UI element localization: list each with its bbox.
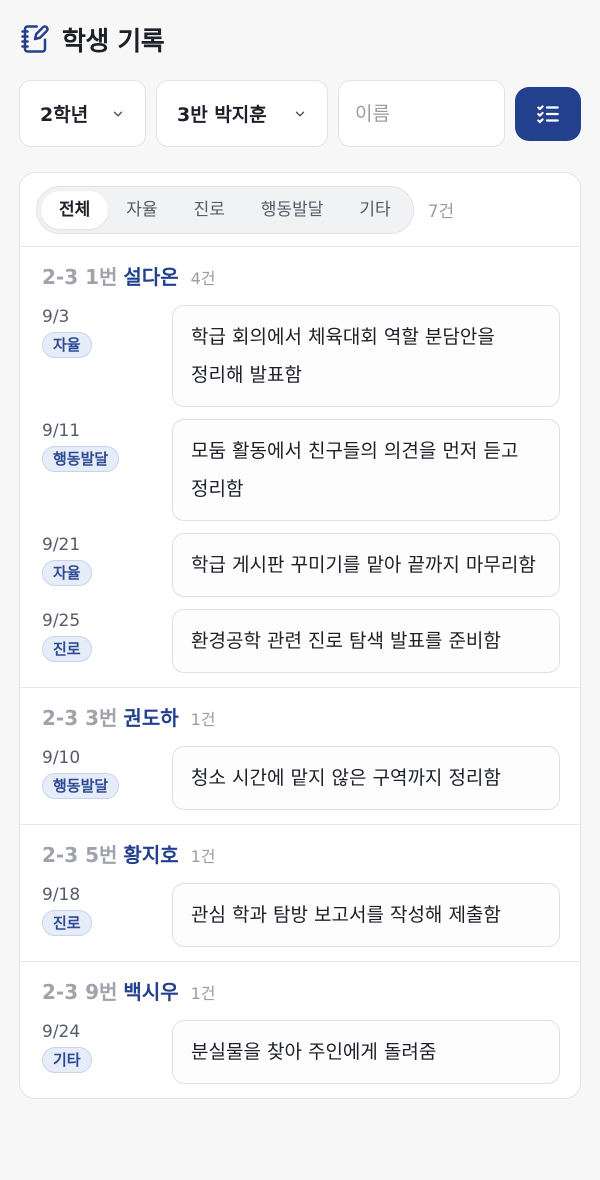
record-row: 9/10 행동발달 청소 시간에 맡지 않은 구역까지 정리함: [42, 746, 560, 810]
category-badge: 진로: [42, 636, 92, 662]
checklist-icon: [537, 104, 559, 123]
student-group-header: 2-3 5번 황지호 1건: [42, 839, 560, 871]
student-name[interactable]: 백시우: [123, 976, 178, 1005]
student-group: 2-3 9번 백시우 1건 9/24 기타 분실물을 찾아 주인에게 돌려줌: [20, 962, 580, 1098]
records-panel: 전체 자율 진로 행동발달 기타 7건 2-3 1번 설다온 4건 9/3 자율…: [19, 172, 581, 1099]
category-badge: 진로: [42, 910, 92, 936]
record-count: 1건: [190, 984, 216, 1003]
chevron-down-icon: [113, 111, 123, 116]
record-date: 9/21: [42, 535, 81, 555]
record-text[interactable]: 모둠 활동에서 친구들의 의견을 먼저 듣고 정리함: [172, 419, 560, 521]
chevron-down-icon: [295, 111, 305, 116]
grade-select[interactable]: 2학년: [19, 80, 146, 147]
category-badge: 행동발달: [42, 773, 120, 799]
record-date: 9/11: [42, 421, 81, 441]
category-badge: 자율: [42, 332, 92, 358]
record-text[interactable]: 학급 회의에서 체육대회 역할 분담안을 정리해 발표함: [172, 305, 560, 407]
record-count: 4건: [190, 269, 216, 288]
page-title: 학생 기록: [62, 26, 165, 57]
student-select-value: 3반 박지훈: [177, 104, 267, 126]
record-row: 9/18 진로 관심 학과 탐방 보고서를 작성해 제출함: [42, 883, 560, 947]
student-number: 2-3 9번: [42, 980, 118, 1004]
record-date: 9/10: [42, 748, 81, 768]
student-group: 2-3 1번 설다온 4건 9/3 자율 학급 회의에서 체육대회 역할 분담안…: [20, 247, 580, 688]
tab-autonomy[interactable]: 자율: [108, 191, 175, 229]
student-name[interactable]: 권도하: [123, 702, 178, 731]
category-badge: 행동발달: [42, 446, 120, 472]
student-group: 2-3 3번 권도하 1건 9/10 행동발달 청소 시간에 맡지 않은 구역까…: [20, 688, 580, 825]
tab-bar: 전체 자율 진로 행동발달 기타 7건: [20, 173, 580, 247]
student-group-header: 2-3 1번 설다온 4건: [42, 261, 560, 293]
student-name[interactable]: 설다온: [123, 261, 178, 290]
record-count: 1건: [190, 710, 216, 729]
student-number: 2-3 3번: [42, 706, 118, 730]
record-date: 9/3: [42, 307, 70, 327]
student-select[interactable]: 3반 박지훈: [156, 80, 328, 147]
grade-select-value: 2학년: [40, 104, 89, 126]
checklist-button[interactable]: [515, 86, 581, 141]
filter-bar: 2학년 3반 박지훈: [0, 80, 600, 147]
student-name[interactable]: 황지호: [123, 839, 178, 868]
tab-behavior[interactable]: 행동발달: [243, 191, 342, 229]
category-badge: 자율: [42, 560, 92, 586]
category-badge: 기타: [42, 1047, 92, 1073]
record-text[interactable]: 학급 게시판 꾸미기를 맡아 끝까지 마무리함: [172, 533, 560, 597]
student-group: 2-3 5번 황지호 1건 9/18 진로 관심 학과 탐방 보고서를 작성해 …: [20, 825, 580, 962]
student-group-header: 2-3 3번 권도하 1건: [42, 702, 560, 734]
student-number: 2-3 5번: [42, 843, 118, 867]
record-text[interactable]: 분실물을 찾아 주인에게 돌려줌: [172, 1020, 560, 1084]
category-tabs: 전체 자율 진로 행동발달 기타: [36, 185, 414, 234]
record-count: 1건: [190, 847, 216, 866]
record-row: 9/24 기타 분실물을 찾아 주인에게 돌려줌: [42, 1020, 560, 1084]
record-date: 9/25: [42, 611, 81, 631]
app-header: 학생 기록: [0, 0, 600, 78]
student-number: 2-3 1번: [42, 265, 118, 289]
student-group-header: 2-3 9번 백시우 1건: [42, 976, 560, 1008]
record-date: 9/24: [42, 1022, 81, 1042]
name-search-input[interactable]: [338, 80, 505, 147]
tab-all[interactable]: 전체: [41, 190, 109, 229]
record-text[interactable]: 청소 시간에 맡지 않은 구역까지 정리함: [172, 746, 560, 810]
total-count: 7건: [427, 202, 455, 222]
record-row: 9/3 자율 학급 회의에서 체육대회 역할 분담안을 정리해 발표함: [42, 305, 560, 407]
record-text[interactable]: 환경공학 관련 진로 탐색 발표를 준비함: [172, 609, 560, 673]
record-row: 9/25 진로 환경공학 관련 진로 탐색 발표를 준비함: [42, 609, 560, 673]
record-row: 9/21 자율 학급 게시판 꾸미기를 맡아 끝까지 마무리함: [42, 533, 560, 597]
record-text[interactable]: 관심 학과 탐방 보고서를 작성해 제출함: [172, 883, 560, 947]
notebook-pen-icon: [21, 25, 49, 53]
record-row: 9/11 행동발달 모둠 활동에서 친구들의 의견을 먼저 듣고 정리함: [42, 419, 560, 521]
record-date: 9/18: [42, 885, 81, 905]
tab-other[interactable]: 기타: [341, 191, 408, 229]
tab-career[interactable]: 진로: [176, 191, 243, 229]
